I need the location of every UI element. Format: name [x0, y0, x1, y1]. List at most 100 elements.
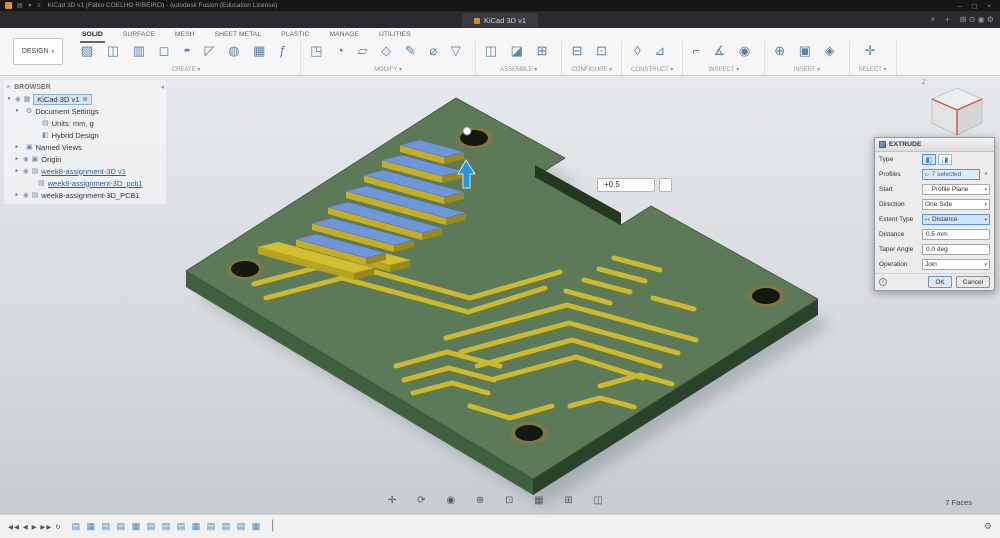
ribbon-group-icons[interactable]: ⌐ ∡ ◉	[692, 41, 755, 61]
browser-item[interactable]: ▤ Units: mm, g	[6, 117, 164, 129]
visibility-eye-icon[interactable]: ◉	[15, 95, 21, 103]
new-tab-icon[interactable]: +	[945, 15, 950, 24]
type-label: Type	[879, 156, 920, 163]
browser-panel: ≡ BROWSER ◂ ▾ ◉ ▦ KiCad 3D v1 ⊕ ▾ ⚙ Docu…	[4, 80, 166, 204]
dialog-footer: i OK Cancel	[875, 273, 994, 290]
start-label: Start	[879, 186, 920, 193]
ribbon-group: ⌐ ∡ ◉ INSPECT ▾	[683, 41, 765, 75]
expand-arrow-icon[interactable]: ▾	[6, 96, 12, 102]
item-label: Named Views	[36, 143, 82, 152]
visibility-eye-icon[interactable]: ◉	[23, 155, 29, 163]
operation-value: Join	[925, 261, 982, 268]
direction-value: One Side	[925, 201, 982, 208]
item-label: week8-assignment-3D v1	[41, 167, 126, 176]
extrude-type-thin-icon[interactable]: ◨	[938, 154, 952, 165]
visibility-eye-icon[interactable]: ◉	[23, 191, 29, 199]
taper-angle-field[interactable]: 0.0 deg	[922, 244, 990, 255]
root-label: KiCad 3D v1	[37, 95, 79, 104]
ribbon-group-icons[interactable]: ◊ ⊿	[634, 41, 670, 61]
browser-collapse-icon[interactable]: ◂	[160, 83, 164, 91]
browser-item[interactable]: ▸ ◉ ▤ week8-assignment-3D v1	[6, 165, 164, 177]
ribbon-group: ⊕ ▣ ◈ INSERT ▾	[765, 41, 849, 75]
browser-item[interactable]: ▾ ⚙ Document Settings	[6, 105, 164, 117]
root-selection-box[interactable]: KiCad 3D v1 ⊕	[33, 94, 92, 105]
browser-item[interactable]: ▸ ◉ ▣ Origin	[6, 153, 164, 165]
browser-item[interactable]: ◧ Hybrid Design	[6, 129, 164, 141]
type-row: Type ◧ ◨	[875, 152, 994, 167]
extent-type-row: Extent Type ↦ Distance ▾	[875, 212, 994, 227]
close-tab-icon[interactable]: ×	[930, 15, 935, 24]
item-label: Origin	[41, 155, 61, 164]
item-label: Document Settings	[35, 107, 98, 116]
profiles-count: 7 selected	[932, 171, 962, 178]
selection-status-text: 7 Faces	[945, 498, 972, 507]
operation-dropdown[interactable]: Join ▾	[922, 259, 990, 270]
expand-arrow-icon[interactable]: ▸	[14, 168, 20, 174]
ribbon-group-icons[interactable]: ⊟ ⊡	[572, 41, 612, 61]
window-title: KiCad 3D v1 (Fabio COELHO RIBEIRO) - Aut…	[48, 2, 278, 9]
expand-arrow-icon[interactable]: ▸	[14, 192, 20, 198]
ribbon-group-label[interactable]: INSPECT ▾	[709, 66, 740, 75]
info-icon[interactable]: i	[879, 278, 887, 286]
browser-item[interactable]: ▤ week8-assignment-3D_pcb1	[6, 177, 164, 189]
workspace-selector-button[interactable]: DESIGN ▾	[13, 38, 63, 65]
file-menu-icons[interactable]: ▤ ▾ ≡	[17, 2, 43, 9]
document-tab[interactable]: KiCad 3D v1	[462, 13, 538, 28]
expand-arrow-icon[interactable]: ▸	[14, 144, 20, 150]
distance-row: Distance 0.5 mm	[875, 227, 994, 242]
ribbon-group-icons[interactable]: ⊕ ▣ ◈	[774, 41, 839, 61]
ribbon-group-label[interactable]: SELECT ▾	[859, 66, 887, 75]
visibility-eye-icon[interactable]: ◉	[23, 167, 29, 175]
direction-dropdown[interactable]: One Side ▾	[922, 199, 990, 210]
ribbon-group-label[interactable]: MODIFY ▾	[374, 66, 402, 75]
distance-value-input[interactable]: +0.5	[597, 178, 655, 192]
item-icon: ◧	[42, 131, 49, 139]
ribbon-group-icons[interactable]: ◳ ◔ ▱ ◇ ✎ ⌀ ▽	[310, 41, 466, 61]
tabbar-utility-icons[interactable]: ⊞ ⊙ ◉ ⚙	[960, 15, 994, 24]
ribbon-group: ▧ ◫ ▥ ◻ ◓ ◸ ◍ ▦ ƒ CREATE ▾	[72, 41, 301, 75]
browser-grip-icon[interactable]: ≡	[6, 84, 10, 91]
fusion-window: ▤ ▾ ≡ KiCad 3D v1 (Fabio COELHO RIBEIRO)…	[0, 0, 1000, 538]
distance-label: Distance	[879, 231, 920, 238]
dialog-header[interactable]: EXTRUDE	[875, 138, 994, 152]
window-controls-icons[interactable]: – ▢ ×	[958, 2, 995, 10]
timeline-feature-icons[interactable]: ▤ ▦ ▤ ▤ ▦ ▤ ▤ ▤ ▦ ▤ ▤ ▤ ▦	[72, 521, 263, 532]
ribbon-group-label[interactable]: INSERT ▾	[794, 66, 820, 75]
ok-button[interactable]: OK	[928, 276, 951, 288]
viewcube-axis-label: Z	[922, 80, 926, 86]
ribbon-group-icons[interactable]: ✛	[865, 41, 881, 61]
ribbon-group-icons[interactable]: ▧ ◫ ▥ ◻ ◓ ◸ ◍ ▦ ƒ	[81, 41, 291, 61]
browser-item[interactable]: ▸ ▣ Named Views	[6, 141, 164, 153]
ribbon-group-label[interactable]: CONFIGURE ▾	[571, 66, 612, 75]
ribbon-group-label[interactable]: ASSEMBLE ▾	[500, 66, 537, 75]
timeline-bar: ◀◀ ◀ ▶ ▶▶ ↻ ▤ ▦ ▤ ▤ ▦ ▤ ▤ ▤ ▦ ▤ ▤ ▤ ▦ ▏ …	[0, 514, 1000, 538]
ribbon-group: ◊ ⊿ CONSTRUCT ▾	[622, 41, 683, 75]
browser-item[interactable]: ▸ ◉ ▤ week8-assignment-3D_PCB1	[6, 189, 164, 201]
chevron-down-icon: ▾	[984, 217, 987, 223]
expand-arrow-icon[interactable]: ▾	[14, 108, 20, 114]
timeline-settings-gear-icon[interactable]: ⚙	[984, 521, 992, 532]
ribbon-group-icons[interactable]: ◫ ◪ ⊞	[485, 41, 553, 61]
cancel-button[interactable]: Cancel	[956, 276, 990, 288]
dimension-spinner-box[interactable]	[659, 178, 672, 192]
distance-field[interactable]: 0.5 mm	[922, 229, 990, 240]
timeline-marker[interactable]: ▏	[272, 521, 280, 532]
ribbon-toolbar: DESIGN ▾ SOLID SURFACE MESH SHEET METAL …	[0, 28, 1000, 76]
item-label: Units: mm, g	[52, 119, 94, 128]
taper-angle-row: Taper Angle 0.0 deg	[875, 242, 994, 257]
start-dropdown[interactable]: ▱ Profile Plane ▾	[922, 184, 990, 195]
navigation-icons[interactable]: ✛ ⟳ ◉ ⊕ ⊡ ▦ ⊞ ◫	[388, 495, 612, 506]
playback-controls[interactable]: ◀◀ ◀ ▶ ▶▶ ↻	[8, 523, 62, 531]
profiles-selection-chip[interactable]: ▻ 7 selected	[922, 169, 980, 180]
ribbon-group-label[interactable]: CONSTRUCT ▾	[631, 66, 673, 75]
clear-selection-icon[interactable]: ×	[982, 171, 990, 178]
extent-type-dropdown[interactable]: ↦ Distance ▾	[922, 214, 990, 225]
browser-root-item[interactable]: ▾ ◉ ▦ KiCad 3D v1 ⊕	[6, 93, 164, 105]
item-label: week8-assignment-3D_pcb1	[48, 179, 143, 188]
ribbon-group-label[interactable]: CREATE ▾	[172, 66, 201, 75]
extrude-type-solid-icon[interactable]: ◧	[922, 154, 936, 165]
profiles-label: Profiles	[879, 171, 920, 178]
browser-title: BROWSER	[14, 84, 51, 91]
expand-arrow-icon[interactable]: ▸	[14, 156, 20, 162]
document-icon	[474, 18, 480, 24]
